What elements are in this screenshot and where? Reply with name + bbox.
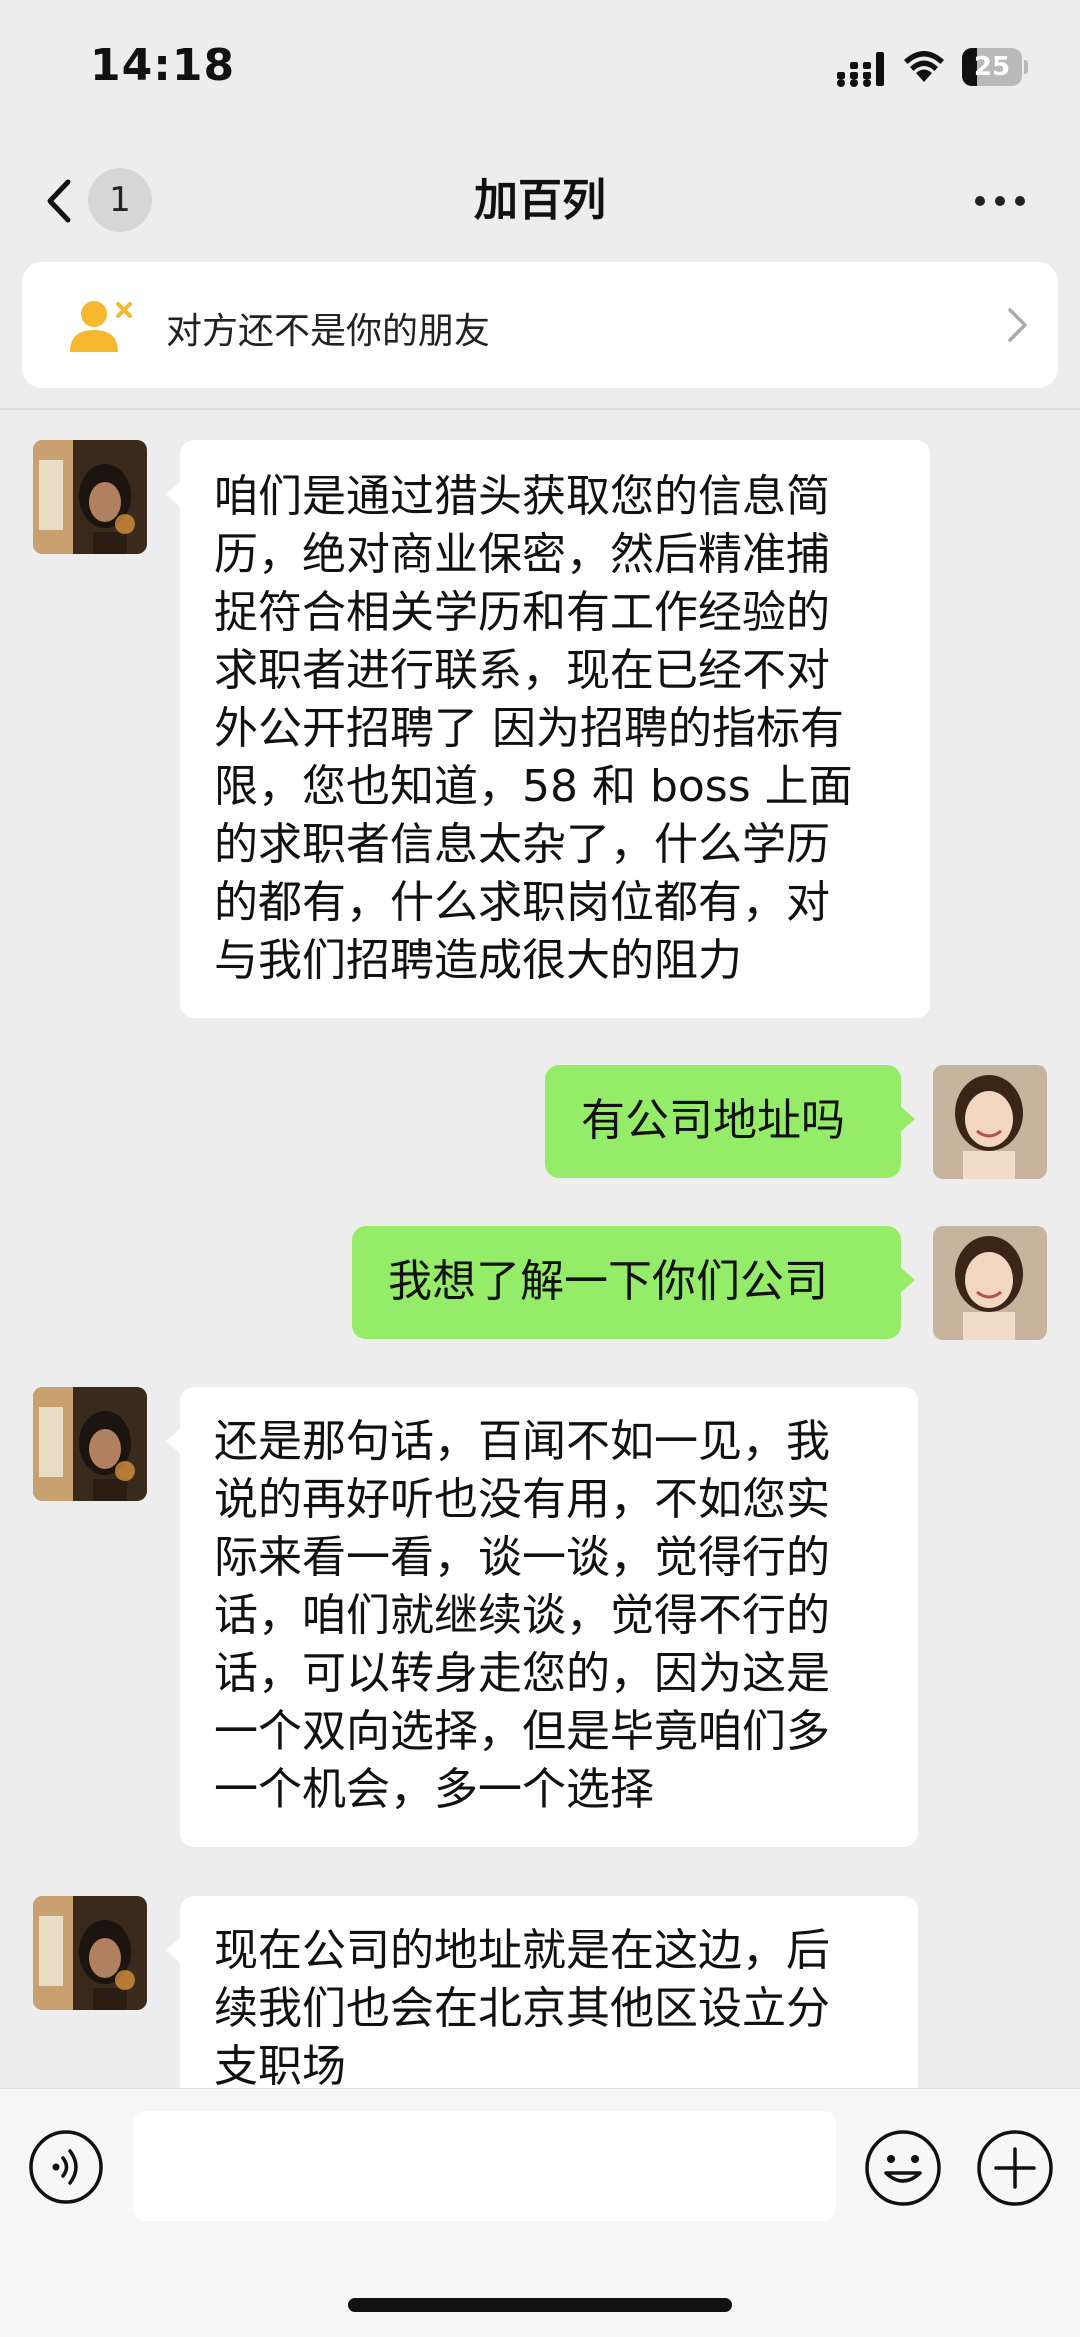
message-text: 我想了解一下你们公司 bbox=[388, 1256, 828, 1307]
wifi-icon bbox=[904, 51, 944, 82]
chat-header: 1 加百列 bbox=[0, 140, 1080, 260]
home-indicator[interactable] bbox=[348, 2298, 732, 2312]
emoji-icon[interactable] bbox=[864, 2129, 942, 2207]
voice-icon[interactable] bbox=[28, 2129, 104, 2205]
unread-count-badge: 1 bbox=[88, 168, 152, 232]
battery-indicator: 25 bbox=[962, 48, 1028, 86]
message-text: 咱们是通过猎头获取您的信息简 历，绝对商业保密，然后精准捕 捉符合相关学历和有工… bbox=[214, 471, 853, 986]
battery-level-text: 25 bbox=[973, 52, 1011, 82]
message-bubble-outgoing[interactable]: 我想了解一下你们公司 bbox=[352, 1226, 915, 1339]
message-bubble-incoming[interactable]: 还是那句话，百闻不如一见，我 说的再好听也没有用，不如您实 际来看一看，谈一谈，… bbox=[166, 1387, 918, 1847]
back-button[interactable]: 1 bbox=[30, 160, 160, 240]
chevron-right-icon bbox=[1008, 308, 1027, 342]
message-input[interactable] bbox=[133, 2111, 836, 2221]
message-text: 有公司地址吗 bbox=[581, 1095, 845, 1146]
contact-avatar[interactable] bbox=[33, 440, 147, 554]
status-bar: 14:18 25 bbox=[0, 0, 1080, 140]
cellular-signal-icon bbox=[837, 52, 884, 87]
user-avatar[interactable] bbox=[933, 1226, 1047, 1340]
message-text: 现在公司的地址就是在这边，后 续我们也会在北京其他区设立分 支职场 bbox=[214, 1925, 830, 2092]
header-divider bbox=[0, 408, 1080, 410]
contact-avatar[interactable] bbox=[33, 1896, 147, 2010]
chat-title: 加百列 bbox=[474, 175, 606, 226]
contact-avatar[interactable] bbox=[33, 1387, 147, 1501]
message-bubble-incoming[interactable]: 咱们是通过猎头获取您的信息简 历，绝对商业保密，然后精准捕 捉符合相关学历和有工… bbox=[166, 440, 930, 1018]
user-avatar[interactable] bbox=[933, 1065, 1047, 1179]
message-text: 还是那句话，百闻不如一见，我 说的再好听也没有用，不如您实 际来看一看，谈一谈，… bbox=[214, 1416, 830, 1815]
plus-icon[interactable] bbox=[976, 2129, 1054, 2207]
status-time: 14:18 bbox=[90, 40, 236, 91]
user-blocked-icon bbox=[70, 301, 132, 352]
message-bubble-outgoing[interactable]: 有公司地址吗 bbox=[545, 1065, 915, 1178]
not-friend-notice[interactable]: 对方还不是你的朋友 bbox=[22, 262, 1058, 388]
chat-screen: 14:18 25 1 加百列 对方还不是你的朋友 咱们是通过猎头获取您的信息简 … bbox=[0, 0, 1080, 2337]
chevron-left-icon bbox=[47, 179, 71, 223]
notice-text: 对方还不是你的朋友 bbox=[166, 311, 491, 352]
more-options-button[interactable] bbox=[960, 170, 1040, 230]
